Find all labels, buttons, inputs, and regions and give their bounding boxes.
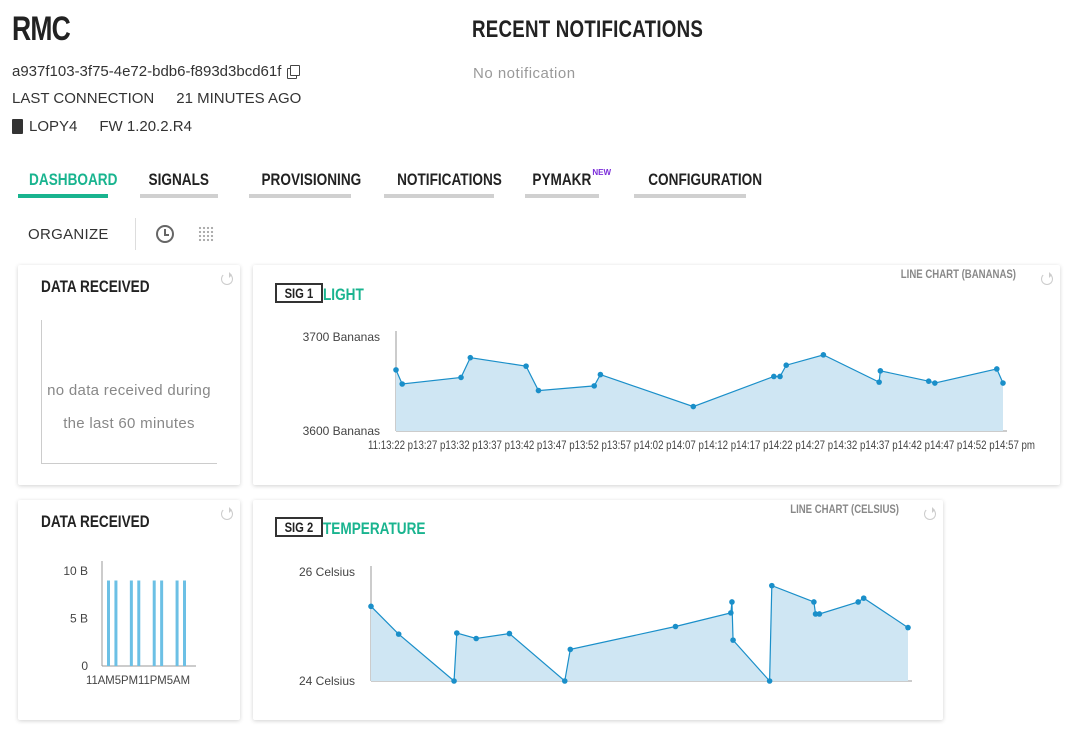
y-tick-label: 0 [81,659,88,673]
x-axis-line [41,463,217,464]
bar [183,580,186,666]
data-point [399,381,405,387]
tab-notifications[interactable]: NOTIFICATIONS [384,170,502,198]
light-signal-card: SIG 1 LIGHT LINE CHART (BANANAS) 3700 Ba… [253,265,1060,485]
light-chart: 3700 Bananas 3600 Bananas11:13:22 p13:27 … [303,330,1035,452]
notifications-title: RECENT NOTIFICATIONS [472,16,704,43]
refresh-icon[interactable] [221,272,233,285]
data-point [877,368,884,374]
temperature-signal-card: SIG 2 TEMPERATURE LINE CHART (CELSIUS) 2… [253,500,943,720]
data-received-card-2: DATA RECEIVED 10 B5 B 0 11AM5PM11PM5AM [18,500,240,720]
card-title: DATA RECEIVED [41,277,150,296]
no-data-message: no data received during the last 60 minu… [47,382,211,432]
tab-dashboard[interactable]: DASHBOARD [18,170,117,198]
clock-icon[interactable] [155,225,174,243]
data-point [783,362,790,368]
notifications-empty: No notification [473,65,576,82]
data-point [535,387,542,394]
new-badge: NEW [592,168,611,177]
data-point [1000,380,1006,386]
series-area [371,585,908,681]
data-point [597,371,604,378]
last-connection: LAST CONNECTION 21 MINUTES AGO [12,90,301,107]
y-tick-label: 10 B [63,564,88,578]
data-point [728,610,734,616]
data-point [473,635,479,642]
x-tick-labels: 11:13:22 p13:27 p13:32 p13:37 p13:42 p13… [368,438,1035,452]
data-point [672,623,679,630]
bar [107,580,110,666]
data-point [368,603,374,610]
data-point [454,630,460,636]
data-point [905,624,911,631]
tab-notifications-label: NOTIFICATIONS [397,170,502,189]
data-point [467,354,474,361]
data-point [395,631,402,637]
tab-signals-label: SIGNALS [148,170,210,189]
tab-configuration[interactable]: CONFIGURATION [634,170,762,198]
data-received-bar-chart: 10 B 5 B 011AM5PM11PM5AM [63,561,196,687]
data-point [777,373,783,380]
temperature-chart: 26 Celsius 24 Celsius [299,565,912,688]
data-point [771,373,777,380]
device-id: a937f103-3f75-4e72-bdb6-f893d3bcd61f [12,63,301,80]
y-tick-label: 26 Celsius [299,565,355,579]
data-point [876,379,882,385]
data-point [994,366,1000,372]
data-point [591,383,598,389]
data-point [925,378,932,384]
tab-provisioning[interactable]: PROVISIONING [249,170,361,198]
x-tick-labels: 11AM5PM11PM5AM [86,673,190,687]
data-point [458,374,464,381]
data-point [820,352,827,358]
y-tick-label: 3600 Bananas [303,424,380,438]
data-point [523,363,529,369]
data-point [561,678,568,684]
data-point [729,599,735,605]
tab-dashboard-label: DASHBOARD [29,170,118,189]
tab-configuration-label: CONFIGURATION [648,170,763,189]
device-name: RMC [12,10,71,48]
data-point [816,611,823,617]
toolbar-divider [134,218,136,250]
y-tick-label: 24 Celsius [299,674,355,688]
board-name: LOPY4 [29,118,78,135]
copy-icon[interactable] [287,65,301,79]
organize-button[interactable]: ORGANIZE [18,226,119,243]
hardware-info: LOPY4 FW 1.20.2.R4 [12,118,192,135]
device-id-text: a937f103-3f75-4e72-bdb6-f893d3bcd61f [12,63,282,80]
last-connection-label: LAST CONNECTION [12,90,155,107]
data-point [690,403,697,410]
data-point [730,637,736,643]
data-point [567,646,574,653]
bar [114,580,118,666]
bar [152,580,156,666]
data-point [855,599,861,605]
last-connection-value: 21 MINUTES AGO [176,90,302,107]
data-point [932,380,938,386]
data-received-card-1: DATA RECEIVED no data received during th… [18,265,240,485]
bar [175,580,179,666]
tab-pymakr[interactable]: PYMAKR NEW [525,168,611,198]
data-point [769,582,775,589]
bar [160,580,164,666]
firmware-version: FW 1.20.2.R4 [99,118,192,135]
data-point [451,678,457,684]
data-point [393,367,399,373]
bar [137,580,141,666]
data-point [860,595,867,601]
y-tick-label: 5 B [70,612,88,626]
series-area [396,354,1003,431]
tab-provisioning-label: PROVISIONING [261,170,362,189]
y-tick-label: 3700 Bananas [303,330,380,344]
tab-pymakr-label: PYMAKR [532,170,592,189]
data-point [811,599,817,605]
bar [129,580,133,666]
data-point [766,678,773,684]
data-point [506,630,513,637]
chip-icon [12,119,23,134]
dashboard-toolbar: ORGANIZE [18,218,214,250]
tab-signals[interactable]: SIGNALS [140,170,218,198]
grid-icon[interactable] [197,226,214,242]
